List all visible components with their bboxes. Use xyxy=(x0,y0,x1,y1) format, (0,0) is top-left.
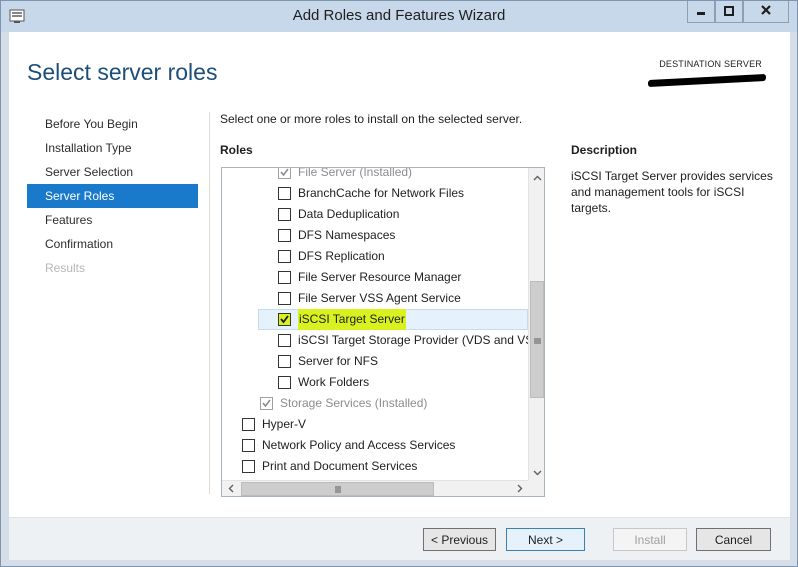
role-checkbox[interactable] xyxy=(278,168,291,179)
role-checkbox[interactable] xyxy=(278,250,291,263)
role-label: BranchCache for Network Files xyxy=(298,186,465,200)
role-label: Data Deduplication xyxy=(298,207,400,221)
role-item[interactable]: Server for NFS xyxy=(278,351,378,372)
cancel-button[interactable]: Cancel xyxy=(696,528,771,551)
role-label: Server for NFS xyxy=(298,354,379,368)
chevron-right-icon xyxy=(517,482,523,496)
scroll-left-button[interactable] xyxy=(222,481,239,496)
role-label: File Server (Installed) xyxy=(298,168,413,179)
nav-item-installation-type[interactable]: Installation Type xyxy=(27,136,198,160)
role-checkbox[interactable] xyxy=(278,313,291,326)
minimize-icon xyxy=(696,5,706,19)
nav-item-features[interactable]: Features xyxy=(27,208,198,232)
chevron-down-icon xyxy=(533,465,542,479)
role-item[interactable]: Hyper-V xyxy=(242,414,306,435)
minimize-button[interactable] xyxy=(687,1,715,23)
role-checkbox[interactable] xyxy=(278,229,291,242)
role-item-selected[interactable]: iSCSI Target Server xyxy=(258,309,528,330)
role-checkbox[interactable] xyxy=(242,460,255,473)
next-button[interactable]: Next > xyxy=(506,528,585,551)
scroll-right-button[interactable] xyxy=(511,481,528,496)
scrollbar-corner xyxy=(528,480,544,496)
description-text: iSCSI Target Server provides services an… xyxy=(571,169,773,215)
role-checkbox[interactable] xyxy=(278,187,291,200)
role-label: iSCSI Target Server xyxy=(298,309,406,330)
wizard-nav: Before You Begin Installation Type Serve… xyxy=(27,112,198,280)
role-item[interactable]: DFS Replication xyxy=(278,246,385,267)
role-item[interactable]: File Server VSS Agent Service xyxy=(278,288,461,309)
role-item[interactable]: iSCSI Target Storage Provider (VDS and V… xyxy=(278,330,528,351)
role-label: DFS Replication xyxy=(298,249,385,263)
wizard-content: Select server roles DESTINATION SERVER B… xyxy=(9,32,790,517)
role-checkbox[interactable] xyxy=(260,397,273,410)
role-checkbox[interactable] xyxy=(278,271,291,284)
window-title: Add Roles and Features Wizard xyxy=(292,7,506,24)
role-item[interactable]: File Server Resource Manager xyxy=(278,267,461,288)
horizontal-scrollbar[interactable] xyxy=(222,480,528,496)
nav-item-confirmation[interactable]: Confirmation xyxy=(27,232,198,256)
role-label: iSCSI Target Storage Provider (VDS and V… xyxy=(298,333,528,347)
caption-buttons xyxy=(687,1,789,23)
close-icon xyxy=(760,4,772,19)
description-heading: Description xyxy=(571,143,638,157)
role-item[interactable]: Print and Document Services xyxy=(242,456,417,477)
grip-icon xyxy=(335,482,341,496)
role-checkbox[interactable] xyxy=(278,355,291,368)
nav-item-server-selection[interactable]: Server Selection xyxy=(27,160,198,184)
chevron-left-icon xyxy=(228,482,234,496)
horizontal-scroll-thumb[interactable] xyxy=(241,482,434,496)
wizard-window: Add Roles and Features Wizard Select ser… xyxy=(0,0,798,567)
role-checkbox[interactable] xyxy=(278,334,291,347)
nav-item-results: Results xyxy=(45,261,86,275)
install-button: Install xyxy=(613,528,687,551)
grip-icon xyxy=(533,333,541,347)
destination-server-redacted xyxy=(648,73,766,88)
nav-item-server-roles[interactable]: Server Roles xyxy=(27,184,198,208)
role-label: Hyper-V xyxy=(262,417,307,431)
role-checkbox[interactable] xyxy=(278,208,291,221)
role-item[interactable]: Storage Services (Installed) xyxy=(260,393,427,414)
maximize-button[interactable] xyxy=(715,1,743,23)
page-title: Select server roles xyxy=(27,59,218,85)
roles-list: File Server (Installed) BranchCache for … xyxy=(222,168,528,480)
role-item[interactable]: BranchCache for Network Files xyxy=(278,183,464,204)
nav-item-before-you-begin[interactable]: Before You Begin xyxy=(27,112,198,136)
nav-divider xyxy=(209,112,210,494)
maximize-icon xyxy=(724,5,734,19)
role-label: Storage Services (Installed) xyxy=(280,396,428,410)
role-checkbox[interactable] xyxy=(278,292,291,305)
instruction-text: Select one or more roles to install on t… xyxy=(220,112,523,126)
roles-heading: Roles xyxy=(220,143,253,157)
role-label: Work Folders xyxy=(298,375,370,389)
title-bar[interactable]: Add Roles and Features Wizard xyxy=(1,1,797,32)
close-button[interactable] xyxy=(743,1,789,23)
role-item[interactable]: Work Folders xyxy=(278,372,369,393)
role-label: Print and Document Services xyxy=(262,459,418,473)
destination-server-label: DESTINATION SERVER xyxy=(659,59,762,69)
role-checkbox[interactable] xyxy=(278,376,291,389)
role-item[interactable]: File Server (Installed) xyxy=(278,168,412,183)
role-item[interactable]: DFS Namespaces xyxy=(278,225,395,246)
role-label: DFS Namespaces xyxy=(298,228,396,242)
role-label: File Server Resource Manager xyxy=(298,270,462,284)
vertical-scrollbar[interactable] xyxy=(528,168,544,480)
scroll-up-button[interactable] xyxy=(529,168,544,185)
role-label: Network Policy and Access Services xyxy=(262,438,456,452)
chevron-up-icon xyxy=(533,170,542,184)
role-item[interactable]: Network Policy and Access Services xyxy=(242,435,455,456)
role-checkbox[interactable] xyxy=(242,439,255,452)
role-label: File Server VSS Agent Service xyxy=(298,291,461,305)
roles-tree: File Server (Installed) BranchCache for … xyxy=(221,167,545,497)
role-checkbox[interactable] xyxy=(242,418,255,431)
vertical-scroll-thumb[interactable] xyxy=(530,281,544,398)
wizard-footer: < Previous Next > Install Cancel xyxy=(9,517,790,560)
scroll-down-button[interactable] xyxy=(529,463,544,480)
previous-button[interactable]: < Previous xyxy=(423,528,496,551)
role-item[interactable]: Data Deduplication xyxy=(278,204,399,225)
